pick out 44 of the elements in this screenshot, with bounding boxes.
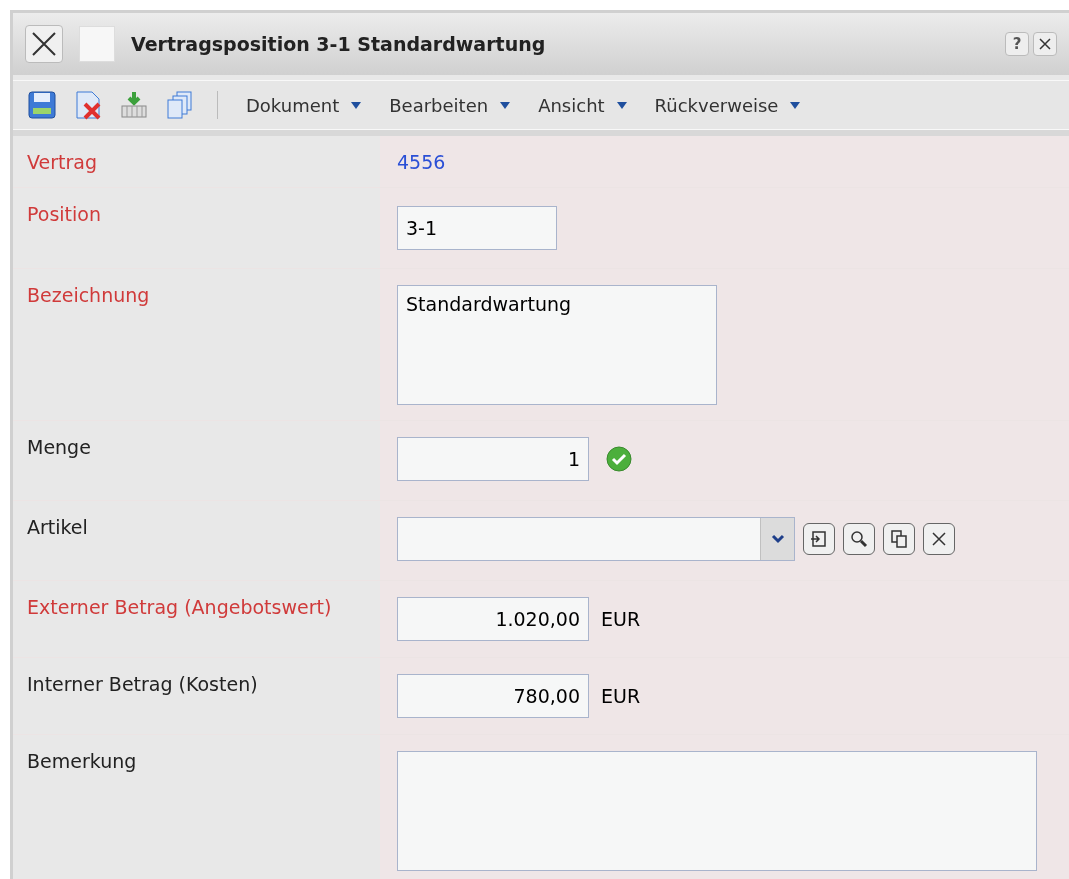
window-title: Vertragsposition 3-1 Standardwartung [131, 31, 547, 57]
quantity-field[interactable]: 1 [397, 437, 589, 481]
close-button[interactable] [1033, 32, 1057, 56]
copy-documents-icon [165, 90, 195, 120]
caret-icon [500, 101, 511, 109]
field-label: Vertrag [27, 151, 97, 173]
search-icon [849, 529, 869, 549]
close-button[interactable] [25, 25, 63, 63]
menu-button[interactable]: Dokument [238, 91, 370, 119]
blank-icon [79, 26, 115, 62]
enter-icon [809, 529, 829, 549]
remark-field[interactable] [397, 751, 1037, 871]
currency-label: EUR [601, 683, 641, 709]
amount-field[interactable]: 780,00 [397, 674, 589, 718]
chevron-down-icon [770, 534, 785, 544]
position-field[interactable]: 3-1 [397, 206, 557, 250]
menu-button[interactable]: Ansicht [530, 91, 635, 119]
basket-download-icon [119, 90, 149, 120]
caret-icon [616, 101, 627, 109]
close-icon [30, 30, 58, 58]
field-label: Artikel [27, 516, 88, 538]
contract-link[interactable]: 4556 [397, 136, 446, 177]
caret-icon [790, 101, 801, 109]
amount-field[interactable]: 1.020,00 [397, 597, 589, 641]
close-icon [1038, 37, 1052, 51]
field-label: Bemerkung [27, 750, 137, 772]
search-button[interactable] [843, 523, 875, 555]
menu-button[interactable]: Bearbeiten [381, 91, 519, 119]
help-button[interactable]: ? [1005, 32, 1029, 56]
menu-button[interactable]: Rückverweise [646, 91, 809, 119]
description-field[interactable]: Standardwartung [397, 285, 717, 405]
field-label: Menge [27, 436, 91, 458]
close-button[interactable] [923, 523, 955, 555]
copy-icon [889, 529, 909, 549]
document-delete-icon [73, 90, 103, 120]
caret-icon [351, 101, 362, 109]
field-label: Position [27, 203, 101, 225]
copy-button[interactable] [883, 523, 915, 555]
enter-button[interactable] [803, 523, 835, 555]
field-label: Interner Betrag (Kosten) [27, 673, 258, 695]
field-label: Bezeichnung [27, 284, 150, 306]
save-button[interactable] [25, 88, 59, 122]
currency-label: EUR [601, 606, 641, 632]
field-label: Externer Betrag (Angebotswert) [27, 596, 332, 618]
